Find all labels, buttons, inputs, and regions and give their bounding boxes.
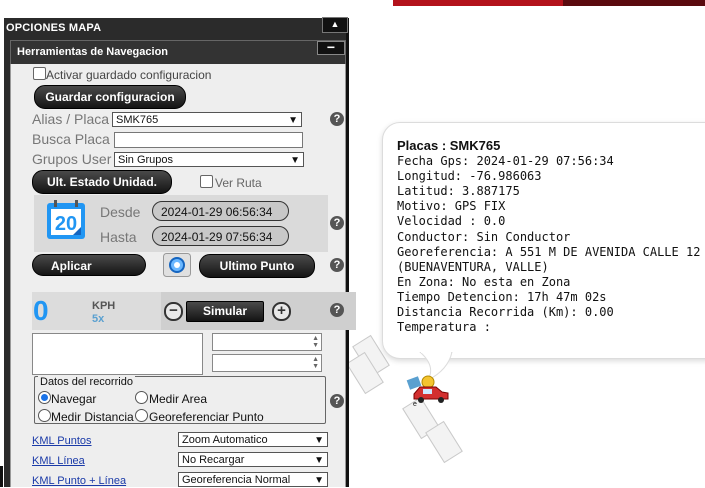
- chevron-down-icon: ▼: [288, 115, 298, 126]
- speed-unit: KPH: [92, 300, 116, 312]
- medir-area-label: Medir Area: [149, 392, 208, 406]
- alias-help-icon[interactable]: ?: [330, 112, 344, 126]
- plus-speed-icon[interactable]: +: [272, 302, 291, 321]
- info-georeferencia-city: (BUENAVENTURA, VALLE): [397, 259, 549, 274]
- kml-punto-linea-link[interactable]: KML Punto + Línea: [32, 475, 126, 487]
- ultimo-punto-button[interactable]: Ultimo Punto: [199, 254, 315, 278]
- kml-puntos-select[interactable]: Zoom Automatico ▼: [178, 432, 328, 447]
- radio-navegar[interactable]: [38, 391, 51, 404]
- info-latitud: Latitud: 3.887175: [397, 184, 520, 199]
- vehicle-marker-icon[interactable]: e: [406, 372, 450, 408]
- info-placas: Placas : SMK765: [397, 138, 501, 153]
- spinner-up-icon[interactable]: ▲: [312, 356, 319, 363]
- chevron-down-icon: ▼: [314, 455, 324, 466]
- collapse-panel-button[interactable]: ▲: [322, 17, 348, 33]
- kml-punto-linea-select[interactable]: Georeferencia Normal ▼: [178, 472, 328, 487]
- kml-punto-linea-select-value: Georeferencia Normal: [182, 474, 291, 486]
- spinner-bottom[interactable]: ▲ ▼: [212, 354, 322, 372]
- save-config-button[interactable]: Guardar configuracion: [34, 85, 186, 109]
- busca-placa-input[interactable]: [114, 132, 303, 148]
- grupos-user-select[interactable]: Sin Grupos ▼: [114, 152, 304, 167]
- desde-label: Desde: [100, 204, 141, 220]
- hasta-date-input[interactable]: 2024-01-29 07:56:34: [152, 226, 289, 246]
- navegar-label: Navegar: [51, 392, 97, 406]
- kml-puntos-select-value: Zoom Automatico: [182, 434, 268, 446]
- notes-textarea[interactable]: [32, 333, 203, 375]
- left-edge-divider: [0, 466, 3, 487]
- chevron-down-icon: ▼: [290, 155, 300, 166]
- ver-ruta-label: Ver Ruta: [215, 176, 262, 190]
- speed-multiplier: 5x: [92, 313, 105, 325]
- info-motivo: Motivo: GPS FIX: [397, 199, 506, 214]
- info-zona: En Zona: No esta en Zona: [397, 274, 571, 289]
- recorrido-legend: Datos del recorrido: [38, 376, 135, 388]
- radio-medir-distancia[interactable]: [38, 409, 51, 422]
- kml-puntos-link[interactable]: KML Puntos: [32, 435, 92, 447]
- desde-date-input[interactable]: 2024-01-29 06:56:34: [152, 201, 289, 221]
- chevron-down-icon: ▼: [314, 435, 324, 446]
- aplicar-button[interactable]: Aplicar: [32, 254, 146, 276]
- simular-button[interactable]: Simular: [186, 301, 264, 322]
- medir-distancia-label: Medir Distancia: [51, 410, 134, 424]
- svg-text:e: e: [413, 401, 417, 408]
- save-config-checkbox[interactable]: [33, 67, 46, 80]
- spinner-up-icon[interactable]: ▲: [312, 335, 319, 342]
- alias-select-value: SMK765: [116, 114, 159, 126]
- spinner-down-icon[interactable]: ▼: [312, 342, 319, 349]
- spinner-down-icon[interactable]: ▼: [312, 363, 319, 370]
- simulation-help-icon[interactable]: ?: [330, 303, 344, 317]
- info-temperatura: Temperatura :: [397, 320, 491, 335]
- grupos-user-select-value: Sin Grupos: [118, 154, 174, 166]
- info-longitud: Longitud: -76.986063: [397, 169, 542, 184]
- actions-help-icon[interactable]: ?: [330, 258, 344, 272]
- info-georeferencia: Georeferencia: A 551 M DE AVENIDA CALLE …: [397, 244, 701, 259]
- panel-title: OPCIONES MAPA: [6, 22, 102, 34]
- georeferenciar-label: Georeferenciar Punto: [149, 410, 264, 424]
- info-distancia: Distancia Recorrida (Km): 0.00: [397, 305, 614, 320]
- calendar-day: 20: [55, 213, 77, 235]
- chevron-down-icon: ▼: [314, 475, 324, 486]
- hasta-label: Hasta: [100, 229, 137, 245]
- info-window-content: Placas : SMK765 Fecha Gps: 2024-01-29 07…: [397, 138, 700, 335]
- radio-medir-area[interactable]: [135, 391, 148, 404]
- info-detencion: Tiempo Detencion: 17h 47m 02s: [397, 289, 607, 304]
- calendar-icon[interactable]: 20: [45, 199, 87, 241]
- radio-georeferenciar[interactable]: [135, 409, 148, 422]
- save-config-label: Activar guardado configuracion: [46, 68, 212, 82]
- alias-label: Alias / Placa: [32, 111, 110, 127]
- info-conductor: Conductor: Sin Conductor: [397, 229, 571, 244]
- info-velocidad: Velocidad : 0.0: [397, 214, 506, 229]
- grupos-user-label: Grupos User: [32, 151, 112, 167]
- kml-linea-select[interactable]: No Recargar ▼: [178, 452, 328, 467]
- recorrido-help-icon[interactable]: ?: [330, 394, 344, 408]
- ver-ruta-checkbox[interactable]: [200, 175, 213, 188]
- navigation-tools-title: Herramientas de Navegacion: [17, 46, 169, 58]
- zoom-search-icon[interactable]: [163, 253, 191, 277]
- ult-estado-unidad-button[interactable]: Ult. Estado Unidad.: [32, 170, 172, 194]
- spinner-top[interactable]: ▲ ▼: [212, 333, 322, 351]
- speed-value: 0: [33, 295, 49, 326]
- minimize-section-button[interactable]: −: [317, 40, 345, 55]
- alias-select[interactable]: SMK765 ▼: [112, 112, 302, 127]
- info-fecha: Fecha Gps: 2024-01-29 07:56:34: [397, 154, 614, 169]
- dates-help-icon[interactable]: ?: [330, 216, 344, 230]
- minus-speed-icon[interactable]: −: [164, 302, 183, 321]
- busca-placa-label: Busca Placa: [32, 131, 110, 147]
- kml-linea-link[interactable]: KML Línea: [32, 455, 85, 467]
- kml-linea-select-value: No Recargar: [182, 454, 245, 466]
